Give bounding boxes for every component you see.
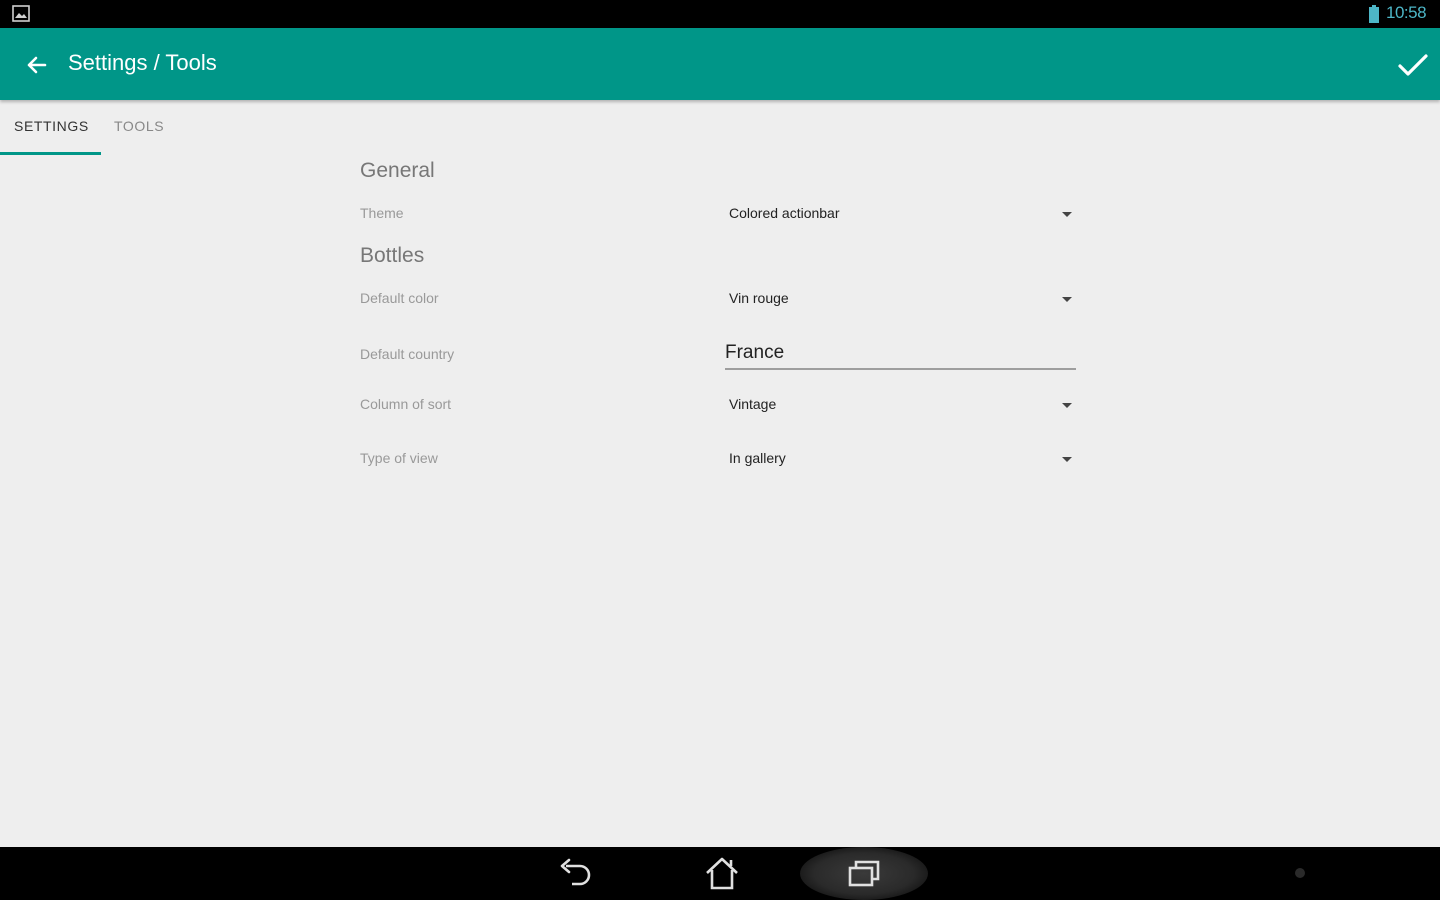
column-of-sort-value: Vintage	[729, 396, 777, 412]
tab-bar: SETTINGS TOOLS	[0, 100, 1440, 156]
theme-value: Colored actionbar	[729, 205, 840, 221]
column-of-sort-label: Column of sort	[360, 396, 452, 412]
type-of-view-spinner[interactable]: In gallery	[722, 442, 1078, 476]
section-general-title: General	[360, 159, 435, 182]
dropdown-arrow-icon	[1062, 297, 1072, 302]
tab-settings[interactable]: SETTINGS	[14, 118, 89, 134]
home-icon[interactable]	[702, 855, 742, 891]
tab-indicator	[0, 152, 101, 155]
column-of-sort-spinner[interactable]: Vintage	[722, 388, 1078, 422]
default-country-field[interactable]: France	[725, 338, 1076, 370]
type-of-view-label: Type of view	[360, 450, 438, 466]
section-bottles-title: Bottles	[360, 244, 425, 267]
dropdown-arrow-icon	[1062, 457, 1072, 462]
theme-label: Theme	[360, 205, 404, 221]
default-color-label: Default color	[360, 290, 439, 306]
dropdown-arrow-icon	[1062, 212, 1072, 217]
status-clock: 10:58	[1386, 3, 1427, 22]
gallery-icon	[12, 5, 30, 22]
app-toolbar: Settings / Tools	[0, 28, 1440, 100]
tab-tools[interactable]: TOOLS	[114, 118, 164, 134]
default-country-label: Default country	[360, 346, 455, 362]
status-bar: 10:58	[0, 0, 1440, 28]
default-country-value: France	[725, 342, 785, 363]
type-of-view-value: In gallery	[729, 450, 786, 466]
navigation-bar	[0, 847, 1440, 900]
checkmark-icon[interactable]	[1394, 48, 1432, 82]
battery-icon	[1369, 5, 1379, 23]
arrow-back-icon[interactable]	[20, 48, 54, 82]
menu-dot-icon[interactable]	[1295, 868, 1305, 878]
default-color-spinner[interactable]: Vin rouge	[722, 282, 1078, 316]
theme-spinner[interactable]: Colored actionbar	[722, 197, 1078, 231]
dropdown-arrow-icon	[1062, 403, 1072, 408]
default-color-value: Vin rouge	[729, 290, 789, 306]
recent-apps-icon[interactable]	[844, 857, 884, 891]
back-nav-icon[interactable]	[556, 857, 596, 891]
page-title: Settings / Tools	[68, 50, 217, 75]
